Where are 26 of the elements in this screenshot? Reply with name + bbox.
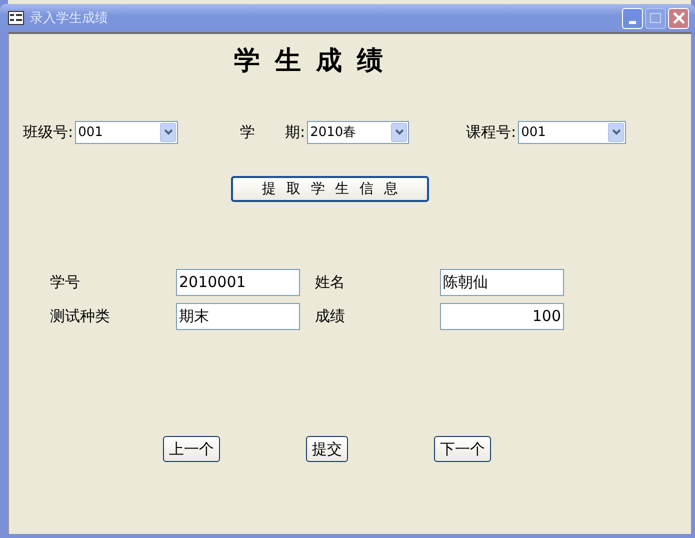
field-label: 班级号: xyxy=(23,122,74,142)
field-label: 成绩 xyxy=(315,307,346,326)
field-label: 测试种类 xyxy=(50,307,111,326)
dropdown-field[interactable]: 001 xyxy=(518,120,626,144)
window-title: 录入学生成绩 xyxy=(30,10,109,27)
fetch-button[interactable]: 提 取 学 生 信 息 xyxy=(231,176,429,202)
maximize-icon xyxy=(650,13,661,23)
input-field[interactable]: 2010001 xyxy=(176,269,300,296)
form-icon xyxy=(8,11,24,25)
form-heading: 学 生 成 绩 xyxy=(234,45,384,78)
nav-button[interactable]: 提交 xyxy=(306,436,348,462)
close-button[interactable] xyxy=(668,8,689,28)
nav-button[interactable]: 上一个 xyxy=(163,436,220,462)
field-label: 课程号: xyxy=(466,122,516,142)
nav-button[interactable]: 下一个 xyxy=(434,436,491,462)
field-label: 学 期: xyxy=(240,122,306,142)
input-field[interactable]: 陈朝仙 xyxy=(440,269,564,296)
input-field[interactable]: 期末 xyxy=(176,303,300,330)
field-label: 姓名 xyxy=(315,273,346,292)
dropdown-field[interactable]: 2010春 xyxy=(307,120,410,144)
dropdown-field[interactable]: 001 xyxy=(75,120,178,144)
input-field[interactable]: 100 xyxy=(440,303,564,330)
field-label: 学号 xyxy=(50,273,81,292)
minimize-button[interactable] xyxy=(622,8,643,28)
close-icon xyxy=(672,12,684,24)
minimize-icon xyxy=(629,20,636,24)
